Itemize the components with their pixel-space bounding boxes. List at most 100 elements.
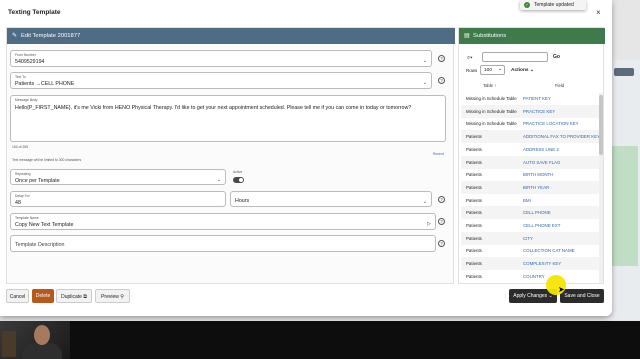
background-button [614,68,634,76]
help-icon[interactable]: ? [438,77,445,84]
go-button[interactable]: Go [553,54,560,60]
substitution-row[interactable]: Patients ADDITIONAL FAX TO PROVIDER KEY [461,130,600,144]
substitutions-scrollbar[interactable] [599,93,603,283]
delay-unit-select[interactable]: Hours ⌄ [230,191,432,207]
webcam-shelf [2,331,16,357]
toggle-knob [239,178,243,182]
substitution-table: Patients [466,210,482,216]
substitution-field-link[interactable]: COMPLEXITY KEY [523,261,561,266]
substitution-row[interactable]: Patients COMPLEXITY KEY [461,257,599,271]
repeating-label: Repeating [15,172,31,176]
from-number-field[interactable]: From Number 5409529194 ⌄ [10,50,432,67]
substitution-table: Patients [466,134,482,140]
preview-button[interactable]: Preview ⚲ [95,289,130,303]
substitution-row[interactable]: Patients COUNTRY [461,270,599,283]
substitution-table: Missing in Schedule Table [466,96,517,101]
from-number-label: From Number [15,53,36,57]
close-icon[interactable]: × [596,8,601,17]
substitution-row[interactable]: Patients BIRTH YEAR [461,180,599,194]
chevron-down-icon: ⌄ [422,58,427,64]
active-toggle[interactable] [233,177,244,183]
webcam-overlay [0,321,70,359]
substitution-field-link[interactable]: COLLECTION CAT NAME [523,248,575,253]
chevron-down-icon: ⌄ [422,80,427,86]
limit-note: Text message will be limited to 300 char… [12,158,82,162]
substitution-table: Missing in Schedule Table [466,108,517,114]
substitution-field-link[interactable]: COUNTRY [523,274,545,279]
delay-for-field[interactable]: Delay For 48 [10,191,226,207]
substitution-table: Patients [466,261,482,267]
actions-label: Actions [511,68,529,73]
substitution-row[interactable]: Patients CELL PHONE EXT [461,219,599,232]
play-icon: ▷ [427,221,431,227]
preview-label: Preview [101,294,119,300]
message-body-field[interactable]: Message Body Hello{P_FIRST_NAME}, it's m… [10,95,446,142]
template-name-value: Copy New Text Template [15,222,74,228]
substitution-row[interactable]: Patients COLLECTION CAT NAME [461,244,599,257]
column-header-field[interactable]: Field [555,83,564,88]
substitution-row[interactable]: Patients AUTO SAVE FLAG [461,155,599,169]
help-icon[interactable]: ? [438,55,445,62]
toast-notification: ✓ Template updated [520,0,586,10]
text-to-field[interactable]: Text To Patients →CELL PHONE ⌄ [10,72,432,89]
substitution-table: Patients [466,172,482,178]
substitutions-title: Substitutions [473,32,507,39]
substitution-field-link[interactable]: CELL PHONE [523,210,551,215]
save-and-close-button[interactable]: Save and Close [560,289,604,303]
substitution-field-link[interactable]: PRACTICE KEY [523,109,555,114]
substitution-table: Patients [466,223,482,228]
help-icon[interactable]: ? [438,240,445,247]
substitution-field-link[interactable]: CELL PHONE EXT [523,223,560,228]
rows-select-value: 100 [484,68,493,73]
substitution-field-link[interactable]: AUTO SAVE FLAG [523,160,560,165]
duplicate-button[interactable]: Duplicate ⧉ [56,289,92,303]
repeating-select[interactable]: Repeating Once per Template ⌄ [10,169,226,185]
from-number-value: 5409529194 [15,59,45,65]
substitution-field-link[interactable]: PRACTICE LOCATION KEY [523,121,579,126]
template-name-field[interactable]: Template Name Copy New Text Template ▷ [10,213,436,230]
background-highlight [608,146,638,266]
substitution-field-link[interactable]: BIRTH YEAR [523,185,549,190]
substitution-field-link[interactable]: ADDITIONAL FAX TO PROVIDER KEY [523,134,600,139]
column-header-table[interactable]: Table ↑ [483,83,496,88]
substitution-field-link[interactable]: BMI [523,198,531,203]
scrollbar-thumb[interactable] [599,95,603,155]
texting-template-modal: Texting Template × ✎ Edit Template 20018… [0,0,612,316]
substitution-field-link[interactable]: PATIENT KEY [523,96,551,101]
substitution-row[interactable]: Patients CITY [461,231,599,245]
template-description-placeholder: Template Description [15,242,65,248]
substitution-field-link[interactable]: ADDRESS LINE 2 [523,147,559,152]
help-icon[interactable]: ? [438,196,445,203]
substitution-table: Patients [466,184,482,190]
chevron-down-icon: ⌄ [497,67,502,72]
substitution-row[interactable]: Patients ADDRESS LINE 2 [461,143,599,156]
substitutions-header: ▤ Substitutions [459,28,605,44]
search-icon[interactable]: ⌕▾ [467,55,472,62]
substitution-table: Patients [466,159,482,165]
substitution-field-link[interactable]: BIRTH MONTH [523,172,553,177]
rows-select[interactable]: 100 ⌄ [480,65,505,75]
template-name-label: Template Name [15,216,39,220]
substitution-table: Patients [466,146,482,152]
chevron-down-icon: ⌄ [422,199,427,205]
rows-label: Rows [466,68,478,73]
delete-button[interactable]: Delete [32,289,54,303]
message-body-value: Hello{P_FIRST_NAME}, it's me Vicki from … [15,105,412,111]
actions-menu[interactable]: Actions ⌄ [511,68,534,73]
toast-text: Template updated [534,2,574,8]
substitution-table: Patients [466,273,482,279]
apply-label: Apply Changes [513,293,548,299]
substitution-row[interactable]: Patients BMI [461,194,599,207]
cancel-button[interactable]: Cancel [6,289,29,303]
template-description-field[interactable]: Template Description [10,235,436,252]
substitution-row[interactable]: Patients CELL PHONE [461,206,599,220]
recent-link[interactable]: Recent [433,152,444,156]
substitution-row[interactable]: Patients BIRTH MONTH [461,168,599,181]
substitution-row[interactable]: Missing in Schedule Table PRACTICE LOCATI… [461,117,599,130]
substitution-row[interactable]: Missing in Schedule Table PATIENT KEY [461,92,599,105]
help-icon[interactable]: ? [438,218,445,225]
person-icon: ⚲ [120,294,124,300]
substitutions-search-input[interactable] [482,52,548,62]
substitution-field-link[interactable]: CITY [523,236,533,241]
substitution-row[interactable]: Missing in Schedule Table PRACTICE KEY [461,104,599,118]
